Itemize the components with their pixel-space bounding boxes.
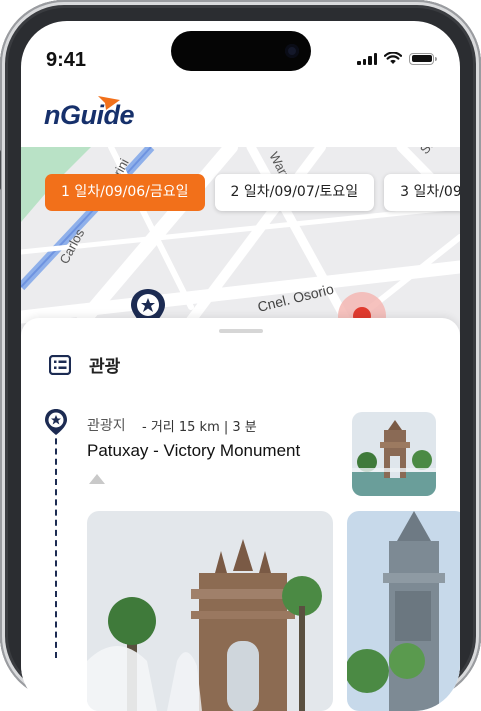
day-tab-1[interactable]: 1 일차/09/06/금요일 <box>45 174 205 211</box>
monument-photo-image <box>87 511 333 711</box>
monument-thumbnail-image <box>352 412 436 496</box>
spot-category: 관광지 <box>87 418 126 434</box>
sheet-drag-handle[interactable] <box>219 329 263 333</box>
wifi-icon <box>384 52 402 64</box>
app-logo[interactable]: nGuide <box>44 94 174 134</box>
device-side-button <box>0 150 1 190</box>
phone-frame: Carlos rini Warr Sayo Cnel. Osorio 9:41 <box>0 0 481 711</box>
bottom-sheet: 관광 관광지 - 거리 15 km | 3 분 Patuxay - Victor… <box>21 318 460 711</box>
spot-thumbnail[interactable] <box>352 412 436 496</box>
day-tab-2[interactable]: 2 일차/09/07/토요일 <box>214 174 375 211</box>
timeline-pin-icon <box>45 409 67 435</box>
section-header: 관광 <box>49 352 120 377</box>
logo-arrow-icon <box>98 96 120 110</box>
front-camera <box>285 44 299 58</box>
status-bar: 9:41 <box>21 21 460 81</box>
day-tabs: 1 일차/09/06/금요일 2 일차/09/07/토요일 3 일차/09/ <box>45 174 460 211</box>
signal-icon <box>357 52 377 65</box>
spot-photo-secondary[interactable] <box>347 511 460 711</box>
collapse-triangle-icon[interactable] <box>89 474 105 484</box>
spot-photo-main[interactable] <box>87 511 333 711</box>
spot-name[interactable]: Patuxay - Victory Monument <box>87 441 300 461</box>
status-time: 9:41 <box>46 49 87 71</box>
section-title: 관광 <box>89 357 121 377</box>
day-tab-3[interactable]: 3 일차/09/ <box>384 174 460 211</box>
timeline-line <box>55 418 57 658</box>
monument-detail-image <box>347 511 460 711</box>
battery-icon <box>409 52 437 65</box>
status-icons <box>357 52 437 65</box>
spot-distance: - 거리 15 km | 3 분 <box>142 420 257 435</box>
dynamic-island <box>171 31 311 71</box>
list-icon <box>49 354 71 375</box>
app-screen: Carlos rini Warr Sayo Cnel. Osorio 9:41 <box>21 21 460 711</box>
